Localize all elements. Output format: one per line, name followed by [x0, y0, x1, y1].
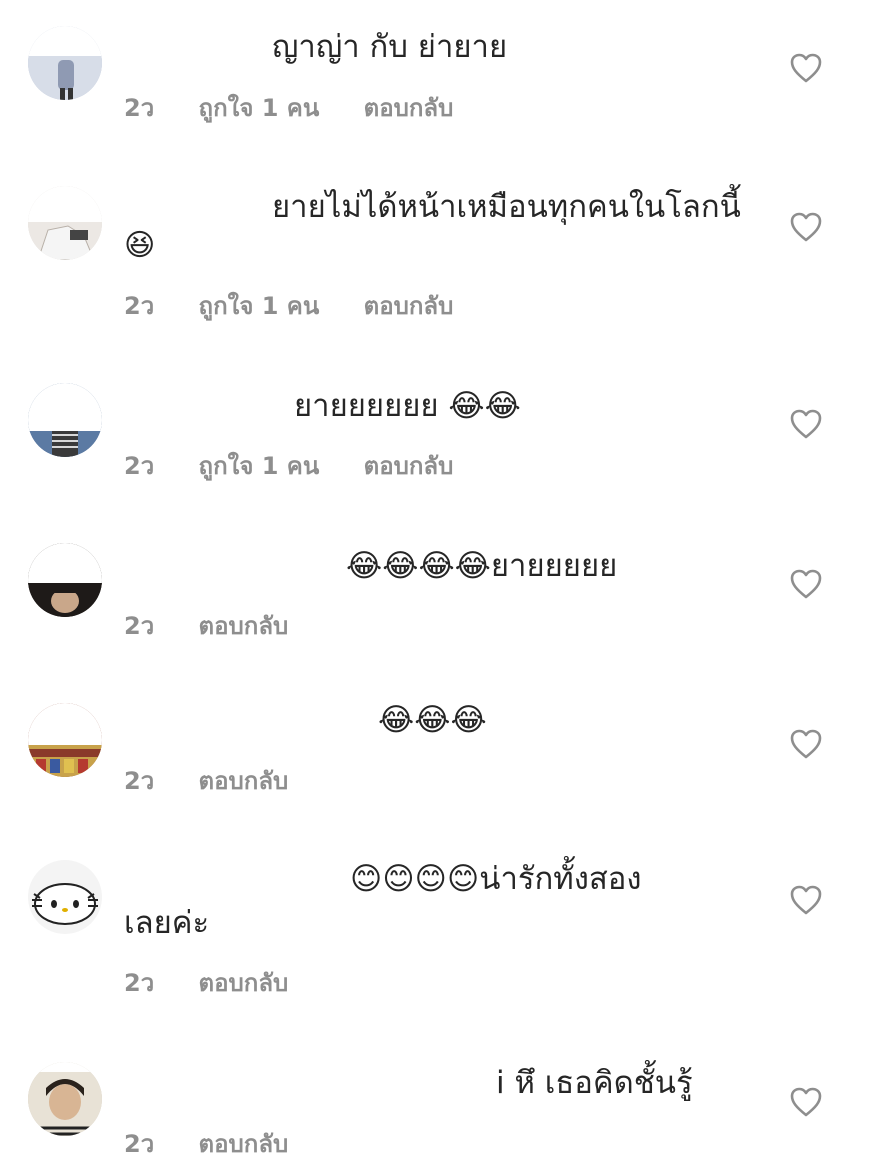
reply-button[interactable]: ตอบกลับ — [199, 606, 289, 645]
avatar[interactable] — [28, 703, 102, 777]
comment-meta: 2ว ตอบกลับ — [124, 606, 324, 645]
reply-button[interactable]: ตอบกลับ — [364, 286, 454, 325]
reply-button[interactable]: ตอบกลับ — [364, 446, 454, 485]
reply-button[interactable]: ตอบกลับ — [199, 1124, 289, 1163]
likes-count[interactable]: ถูกใจ 1 คน — [199, 286, 320, 325]
comment-time: 2ว — [124, 969, 155, 997]
comment-text-line2: เลยค่ะ — [124, 905, 210, 941]
heart-icon[interactable] — [790, 212, 822, 242]
comment-time: 2ว — [124, 292, 155, 320]
comment-meta: 2ว ตอบกลับ — [124, 761, 324, 800]
avatar[interactable] — [28, 26, 102, 100]
avatar[interactable] — [28, 860, 102, 934]
comment-meta: 2ว ตอบกลับ — [124, 1124, 324, 1163]
comment-text: ญาญ่า กับ ย่ายาย — [272, 29, 508, 65]
comment-time: 2ว — [124, 767, 155, 795]
heart-icon[interactable] — [790, 885, 822, 915]
comment-text: ยายยยยยย 😂😂 — [294, 388, 521, 424]
comment-meta: 2ว ถูกใจ 1 คน ตอบกลับ — [124, 286, 489, 325]
avatar[interactable] — [28, 543, 102, 617]
likes-count[interactable]: ถูกใจ 1 คน — [199, 88, 320, 127]
avatar[interactable] — [28, 383, 102, 457]
heart-icon[interactable] — [790, 53, 822, 83]
heart-icon[interactable] — [790, 409, 822, 439]
heart-icon[interactable] — [790, 1087, 822, 1117]
heart-icon[interactable] — [790, 569, 822, 599]
comment-time: 2ว — [124, 612, 155, 640]
comment-meta: 2ว ถูกใจ 1 คน ตอบกลับ — [124, 88, 489, 127]
likes-count[interactable]: ถูกใจ 1 คน — [199, 446, 320, 485]
avatar[interactable] — [28, 1062, 102, 1136]
comment-time: 2ว — [124, 1130, 155, 1158]
comment-meta: 2ว ตอบกลับ — [124, 963, 324, 1002]
heart-icon[interactable] — [790, 729, 822, 759]
reply-button[interactable]: ตอบกลับ — [364, 88, 454, 127]
avatar[interactable] — [28, 186, 102, 260]
laughing-emoji-icon: 😆 — [124, 228, 156, 263]
reply-button[interactable]: ตอบกลับ — [199, 761, 289, 800]
reply-button[interactable]: ตอบกลับ — [199, 963, 289, 1002]
comment-time: 2ว — [124, 452, 155, 480]
comment-text-line2: 😆 — [124, 224, 764, 267]
comment-text: ยายไม่ได้หน้าเหมือนทุกคนในโลกนี้ — [272, 189, 741, 225]
comment-meta: 2ว ถูกใจ 1 คน ตอบกลับ — [124, 446, 489, 485]
comment-time: 2ว — [124, 94, 155, 122]
